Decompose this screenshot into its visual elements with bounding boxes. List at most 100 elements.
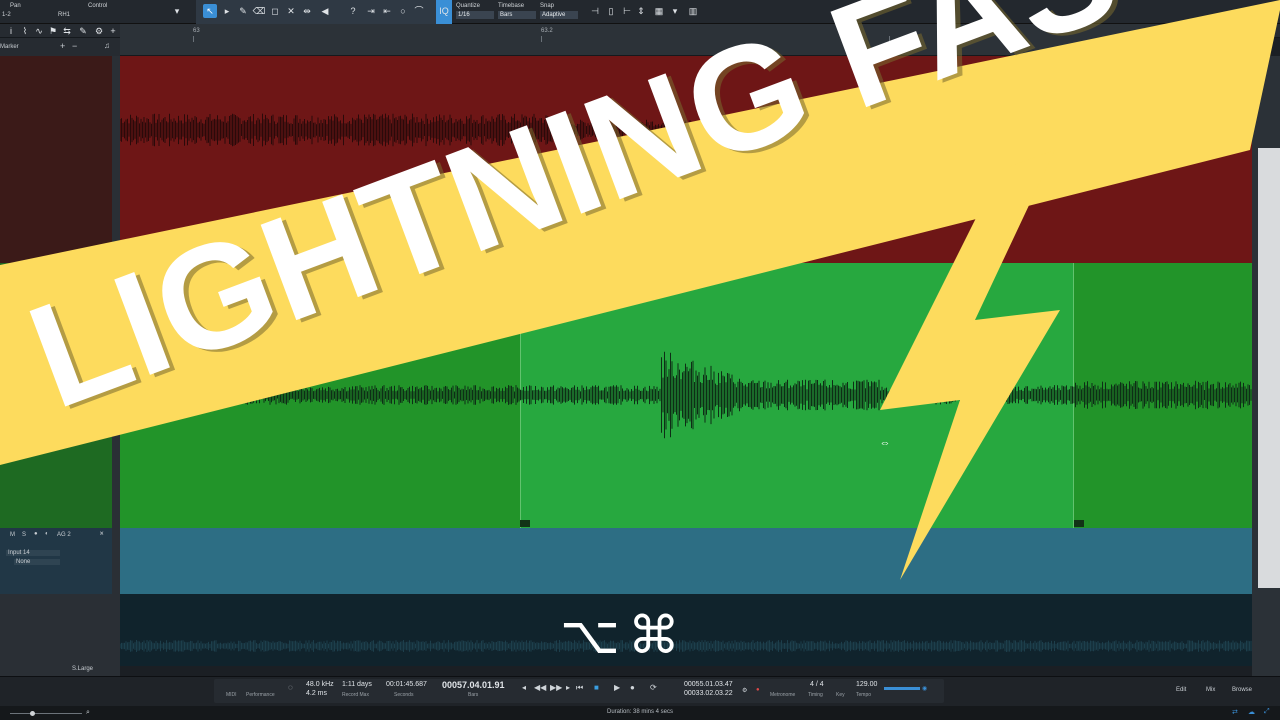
volume-slider[interactable] — [884, 687, 920, 690]
waveform-green — [120, 351, 1252, 439]
add-marker-icon[interactable]: + — [60, 41, 65, 51]
loop-end[interactable]: 00033.02.03.22 — [684, 690, 733, 697]
mute-button[interactable]: M — [10, 532, 15, 538]
track-header-red[interactable] — [0, 56, 112, 263]
bars-label: Bars — [468, 692, 479, 698]
grid-view-icon[interactable]: ▦ — [652, 4, 666, 18]
mute-tool-icon[interactable]: ✕ — [284, 4, 298, 18]
loop-icon[interactable]: ⌒ — [412, 4, 426, 18]
browser-panel — [1258, 148, 1280, 588]
trim-cursor-icon: ⇔ — [879, 437, 891, 449]
expand-icon[interactable]: ⤢ — [1264, 708, 1270, 716]
tempo-label: Tempo — [856, 692, 872, 698]
timebase-field[interactable]: Timebase Bars — [498, 2, 536, 19]
track-header-green[interactable] — [0, 263, 112, 528]
info-icon[interactable]: i — [4, 24, 18, 38]
link-icon[interactable]: ⇆ — [60, 24, 74, 38]
stop-icon[interactable]: ■ — [594, 683, 599, 692]
rewind-icon[interactable]: ◀◀ — [534, 683, 546, 692]
seconds-value[interactable]: 00:01:45.687 — [386, 681, 427, 688]
output-select[interactable]: None — [14, 559, 60, 565]
range-tool-icon[interactable]: ▸ — [220, 4, 234, 18]
edit-icon[interactable]: ✎ — [76, 24, 90, 38]
browse-view-button[interactable]: Browse — [1232, 687, 1252, 693]
nudge-right-icon[interactable]: ⇤ — [380, 4, 394, 18]
event-handle-right[interactable] — [1074, 520, 1084, 527]
track-lane-ag2[interactable] — [120, 528, 1252, 594]
cpu-meter-icon[interactable]: ◌ — [288, 683, 293, 692]
record-icon[interactable]: ● — [34, 531, 38, 537]
snap-label: Snap — [540, 3, 555, 9]
help-icon[interactable]: ? — [346, 4, 360, 18]
edit-view-button[interactable]: Edit — [1176, 687, 1186, 693]
metronome-record-icon[interactable]: ● — [756, 687, 760, 693]
chevron-down-icon[interactable]: ▾ — [668, 4, 682, 18]
event-handle-left[interactable] — [520, 520, 530, 527]
timing-value[interactable]: 4 / 4 — [810, 681, 824, 688]
forward-end-icon[interactable]: ▸ — [566, 683, 570, 692]
quantize-value[interactable]: 1/16 — [456, 11, 494, 19]
split-tool-icon[interactable]: ◻ — [268, 4, 282, 18]
timebase-value[interactable]: Bars — [498, 11, 536, 19]
key-label: Key — [836, 692, 845, 698]
bend-tool-icon[interactable]: ⇹ — [300, 4, 314, 18]
mix-view-button[interactable]: Mix — [1206, 687, 1215, 693]
chevron-down-icon[interactable]: ▾ — [170, 4, 184, 18]
goto-start-icon[interactable]: ⏮ — [576, 683, 583, 693]
nudge-left-icon[interactable]: ⇥ — [364, 4, 378, 18]
remove-marker-icon[interactable]: − — [72, 41, 77, 51]
cursor-follow-icon[interactable]: ⇕ — [634, 4, 648, 18]
track-name[interactable]: AG 2 — [57, 532, 71, 538]
quantize-label: Quantize — [456, 3, 481, 9]
track-header-ag2[interactable]: M S ● ◐ AG 2 ⩙ Input 14 None — [0, 528, 112, 594]
automation-icon[interactable]: ⌇ — [18, 24, 32, 38]
ruler-tick — [541, 36, 542, 42]
loop-start[interactable]: 00055.01.03.47 — [684, 681, 733, 688]
play-icon[interactable]: ▶ — [614, 683, 620, 692]
waveform-icon[interactable]: ⩙ — [100, 531, 103, 538]
quantize-field[interactable]: Quantize 1/16 — [456, 2, 494, 19]
monitor-icon[interactable]: ◐ — [45, 531, 49, 537]
record-button-icon[interactable]: ● — [630, 683, 635, 692]
toggle-icon[interactable]: ◉ — [922, 685, 927, 692]
ruler-tick — [889, 36, 890, 42]
add-track-icon[interactable]: + — [106, 24, 120, 38]
snap-value[interactable]: Adaptive — [540, 11, 578, 19]
quantize-icon: IQ — [439, 6, 449, 16]
fx-icon[interactable]: ▥ — [686, 4, 700, 18]
bars-value[interactable]: 00057.04.01.91 — [442, 680, 505, 690]
solo-button[interactable]: S — [22, 532, 26, 538]
sync-icon[interactable]: ⇄ — [1232, 708, 1238, 716]
listen-tool-icon[interactable]: ◀ — [318, 4, 332, 18]
cloud-icon[interactable]: ☁ — [1248, 708, 1255, 716]
arrow-tool-icon[interactable]: ↖ — [203, 4, 217, 18]
snap-left-icon[interactable]: ⊣ — [588, 4, 602, 18]
size-label[interactable]: S.Large — [72, 666, 93, 672]
tempo-value[interactable]: 129.00 — [856, 681, 877, 688]
rewind-start-icon[interactable]: ◂ — [522, 683, 526, 692]
midi-label: MIDI — [226, 692, 237, 698]
metronome-label: Metronome — [770, 692, 796, 698]
zoom-icon[interactable]: ○ — [396, 4, 410, 18]
snap-field[interactable]: Snap Adaptive — [540, 2, 578, 19]
pencil-tool-icon[interactable]: ✎ — [236, 4, 250, 18]
channel-label: 1-2 — [2, 12, 11, 18]
eraser-tool-icon[interactable]: ⌫ — [252, 4, 266, 18]
snap-grid-icon[interactable]: ▯ — [604, 4, 618, 18]
timeline-ruler[interactable]: 63 63.2 — [120, 24, 1260, 56]
seconds-label: Seconds — [394, 692, 414, 698]
input-select[interactable]: Input 14 — [6, 550, 60, 556]
main-toolbar: Pan 1-2 Control RH1 ▾ ↖ ▸ ✎ ⌫ ◻ ✕ ⇹ ◀ ? … — [0, 0, 1280, 24]
settings-icon[interactable]: ⚙ — [92, 24, 106, 38]
control-select[interactable]: RH1 — [58, 11, 70, 19]
flag-icon[interactable]: ⚑ — [46, 24, 60, 38]
note-icon[interactable]: ♫ — [104, 41, 110, 50]
control-label: Control — [88, 3, 108, 9]
record-max-label: Record Max — [342, 692, 369, 698]
metronome-settings-icon[interactable]: ⚙ — [742, 687, 747, 694]
snap-right-icon[interactable]: ⊢ — [620, 4, 634, 18]
curve-icon[interactable]: ∿ — [32, 24, 46, 38]
forward-icon[interactable]: ▶▶ — [550, 683, 562, 692]
loop-toggle-icon[interactable]: ⟳ — [650, 683, 657, 692]
timing-label: Timing — [808, 692, 823, 698]
